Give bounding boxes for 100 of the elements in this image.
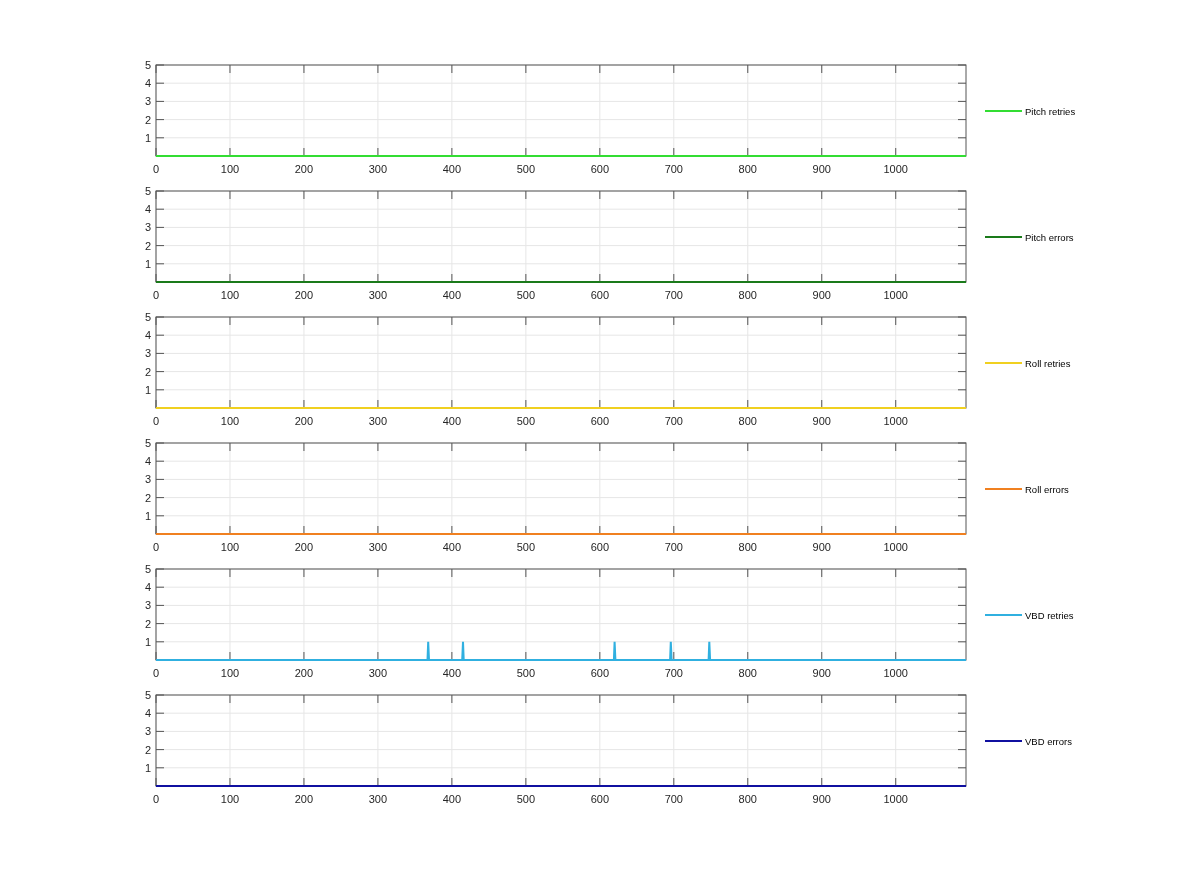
axis-tick-label: 4 [144,203,151,216]
axis-tick-label: 5 [144,438,151,449]
axis-tick-label: 300 [368,289,388,301]
axis-tick-label: 2 [144,239,151,252]
axis-tick-label: 4 [144,329,151,342]
axis-tick-label: 600 [590,541,609,553]
axis-tick-label: 800 [738,667,757,679]
axis-tick-label: 900 [812,667,831,679]
axis-tick-label: 5 [144,312,151,323]
axis-tick-label: 200 [294,163,314,175]
axis-tick-label: 1 [144,383,151,396]
axis-tick-label: 500 [516,541,536,553]
axis-tick-label: 5 [144,690,151,701]
axis-tick-label: 1 [144,509,151,522]
axis-tick-label: 400 [442,163,462,175]
axis-tick-label: 200 [294,289,314,301]
axis-tick-label: 2 [144,617,151,630]
axis-tick-label: 3 [144,725,151,738]
axis-tick-label: 300 [368,163,388,175]
axis-tick-label: 100 [220,793,240,805]
axis-tick-label: 800 [738,163,757,175]
axis-tick-label: 1000 [883,163,908,175]
axis-tick-label: 900 [812,289,831,301]
axis-tick-label: 2 [144,365,151,378]
axis-tick-label: 800 [738,415,757,427]
axis-tick-label: 1 [144,635,151,648]
axis-tick-label: 1000 [883,793,908,805]
axis-tick-label: 3 [144,347,151,360]
axis-tick-label: 500 [516,793,536,805]
legend-label: Pitch retries [1025,105,1076,117]
axis-tick-label: 800 [738,289,757,301]
axis-tick-label: 900 [812,541,831,553]
axis-tick-label: 400 [442,289,462,301]
axis-tick-label: 400 [442,415,462,427]
axis-tick-label: 500 [516,289,536,301]
axis-tick-label: 900 [812,415,831,427]
legend-label: VBD retries [1025,609,1074,621]
axis-tick-label: 400 [442,793,462,805]
axis-tick-label: 4 [144,77,151,90]
axis-tick-label: 800 [738,793,757,805]
axis-tick-label: 2 [144,743,151,756]
axis-tick-label: 500 [516,415,536,427]
axis-tick-label: 4 [144,455,151,468]
axis-tick-label: 0 [152,163,160,175]
axis-tick-label: 600 [590,163,609,175]
axis-tick-label: 0 [152,289,160,301]
legend-label: Pitch errors [1025,231,1074,243]
axis-tick-label: 200 [294,793,314,805]
axis-tick-label: 1 [144,131,151,144]
legend-label: Roll retries [1025,357,1071,369]
axis-tick-label: 600 [590,793,609,805]
axis-tick-label: 300 [368,793,388,805]
axis-tick-label: 200 [294,667,314,679]
axis-tick-label: 700 [664,289,683,301]
axis-tick-label: 3 [144,221,151,234]
axis-tick-label: 700 [664,667,683,679]
axis-tick-label: 900 [812,793,831,805]
axis-tick-label: 700 [664,163,683,175]
axis-tick-label: 600 [590,289,609,301]
axis-tick-label: 3 [144,599,151,612]
axis-tick-label: 200 [294,415,314,427]
axis-tick-label: 700 [664,541,683,553]
axis-tick-label: 300 [368,667,388,679]
axis-tick-label: 200 [294,541,314,553]
axis-tick-label: 100 [220,667,240,679]
axis-tick-label: 1000 [883,415,908,427]
axis-tick-label: 900 [812,163,831,175]
axis-tick-label: 1000 [883,667,908,679]
axis-tick-label: 300 [368,541,388,553]
legend-label: VBD errors [1025,735,1072,747]
axis-tick-label: 4 [144,581,151,594]
axis-tick-label: 500 [516,667,536,679]
axis-tick-label: 3 [144,95,151,108]
axis-tick-label: 600 [590,415,609,427]
axis-tick-label: 100 [220,541,240,553]
axis-tick-label: 5 [144,60,151,71]
axis-tick-label: 2 [144,491,151,504]
axis-tick-label: 100 [220,163,240,175]
axis-tick-label: 5 [144,186,151,197]
axis-tick-label: 4 [144,707,151,720]
axis-tick-label: 700 [664,793,683,805]
axis-tick-label: 300 [368,415,388,427]
axis-tick-label: 700 [664,415,683,427]
axis-tick-label: 400 [442,667,462,679]
axis-tick-label: 2 [144,113,151,126]
axis-tick-label: 1 [144,257,151,270]
axis-tick-label: 800 [738,541,757,553]
axis-tick-label: 0 [152,541,160,553]
axis-tick-label: 400 [442,541,462,553]
axis-tick-label: 1000 [883,289,908,301]
axis-tick-label: 3 [144,473,151,486]
axis-tick-label: 100 [220,415,240,427]
axis-tick-label: 600 [590,667,609,679]
axis-tick-label: 1000 [883,541,908,553]
axis-tick-label: 500 [516,163,536,175]
axis-tick-label: 0 [152,793,160,805]
legend-label: Roll errors [1025,483,1069,495]
axis-tick-label: 0 [152,667,160,679]
axis-tick-label: 5 [144,564,151,575]
axis-tick-label: 1 [144,761,151,774]
